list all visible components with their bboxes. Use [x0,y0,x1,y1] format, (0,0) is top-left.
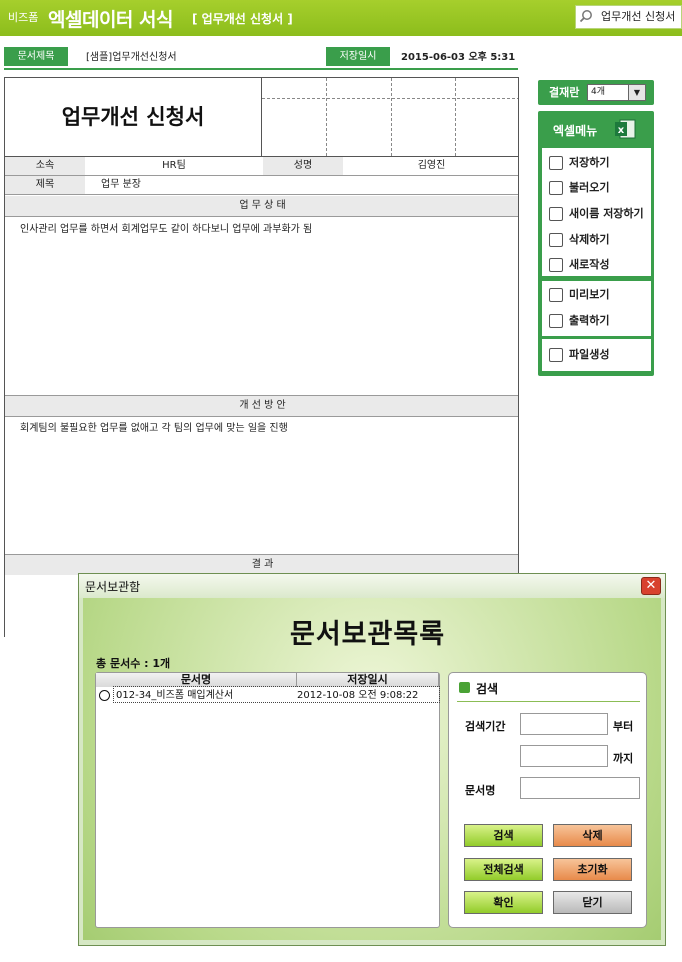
search-all-button[interactable]: 전체검색 [464,858,543,881]
search-panel-divider [457,701,640,702]
approval-label: 결재란 [549,86,580,99]
delete-button[interactable]: 삭제 [553,824,632,847]
menu-load[interactable]: 불러오기 [549,179,609,197]
docname-input[interactable] [520,777,640,799]
approval-grid-line [326,78,327,156]
doc-title-value: [샘플]업무개선신청서 [86,52,177,63]
section-result-title: 결 과 [5,555,518,575]
column-header-date[interactable]: 저장일시 [297,673,439,687]
search-panel-title: 검색 [476,682,499,696]
dialog-titlebar[interactable] [79,574,665,598]
saved-time-label: 저장일시 [326,47,390,66]
section-status-body[interactable]: 인사관리 업무를 하면서 회계업무도 같이 하다보니 업무에 과부화가 됨 [20,220,312,235]
dialog-heading: 문서보관목록 [290,619,446,650]
load-icon [549,181,563,195]
row-doc-date: 2012-10-08 오전 9:08:22 [297,690,419,701]
row-divider [5,194,518,195]
to-label: 까지 [613,752,634,765]
ok-button[interactable]: 확인 [464,891,543,914]
name-label: 성명 [263,157,343,175]
meta-divider [4,68,518,70]
search-panel [448,672,647,928]
excel-icon: x [615,119,636,139]
search-button[interactable]: 검색 [464,824,543,847]
save-as-icon [549,207,563,221]
menu-create-file-label: 파일생성 [569,348,610,361]
document-sheet: 업무개선 신청서 소속 HR팀 성명 김영진 제목 업무 분장 업 무 상 태 … [4,77,519,637]
menu-load-label: 불러오기 [569,181,610,194]
row-divider [5,416,518,417]
section-status-title: 업 무 상 태 [5,196,518,216]
close-icon[interactable]: ✕ [641,577,661,595]
trash-icon [549,233,563,247]
row-radio[interactable] [99,690,110,701]
row-divider [5,216,518,217]
document-title: 업무개선 신청서 [61,105,205,129]
section-plan-body[interactable]: 회계팀의 불필요한 업무를 없애고 각 팀의 업무에 맞는 일을 진행 [20,419,288,434]
dept-value[interactable]: HR팀 [85,157,263,175]
reset-button[interactable]: 초기화 [553,858,632,881]
document-list[interactable] [95,672,440,928]
excel-menu-title: 엑셀메뉴 [553,124,598,138]
folder-icon [549,348,563,362]
doc-title-label: 문서제목 [4,47,68,66]
menu-save[interactable]: 저장하기 [549,154,609,172]
approval-grid-line [455,78,456,156]
new-doc-icon [549,258,563,272]
from-label: 부터 [613,720,634,733]
menu-create-file[interactable]: 파일생성 [549,346,609,364]
svg-text:x: x [618,125,625,136]
saved-time-value: 2015-06-03 오후 5:31 [401,52,516,63]
search-icon[interactable] [579,9,593,23]
approval-grid-line [391,78,392,156]
name-value[interactable]: 김영진 [343,157,518,175]
menu-delete[interactable]: 삭제하기 [549,231,609,249]
period-label: 검색기간 [465,720,506,733]
monitor-icon [549,288,563,302]
document-count: 총 문서수 : 1개 [96,657,171,670]
row-doc-name: 012-34_비즈폼 매입계산서 [116,690,234,701]
menu-new[interactable]: 새로작성 [549,256,609,274]
app-title: 엑셀데이터 서식 [48,9,173,31]
menu-print[interactable]: 출력하기 [549,312,609,330]
menu-print-label: 출력하기 [569,314,610,327]
subject-label: 제목 [5,176,85,194]
period-from-input[interactable] [520,713,608,735]
save-icon [549,156,563,170]
title-divider [261,78,262,156]
dept-label: 소속 [5,157,85,175]
menu-new-label: 새로작성 [569,258,610,271]
period-to-input[interactable] [520,745,608,767]
print-icon [549,314,563,328]
search-section-icon [459,682,470,693]
menu-preview[interactable]: 미리보기 [549,286,609,304]
menu-preview-label: 미리보기 [569,288,610,301]
form-subtitle: [ 업무개선 신청서 ] [192,12,293,26]
menu-save-as-label: 새이름 저장하기 [569,207,644,220]
brand-logo-small: 비즈폼 [8,11,39,24]
menu-save-label: 저장하기 [569,156,610,169]
docname-label: 문서명 [465,784,496,797]
menu-delete-label: 삭제하기 [569,233,610,246]
section-plan-title: 개 선 방 안 [5,396,518,416]
column-header-name[interactable]: 문서명 [96,673,297,687]
chevron-down-icon[interactable]: ▼ [628,85,645,100]
menu-save-as[interactable]: 새이름 저장하기 [549,205,644,223]
subject-value[interactable]: 업무 분장 [101,176,141,194]
dialog-title: 문서보관함 [85,580,141,594]
close-button[interactable]: 닫기 [553,891,632,914]
